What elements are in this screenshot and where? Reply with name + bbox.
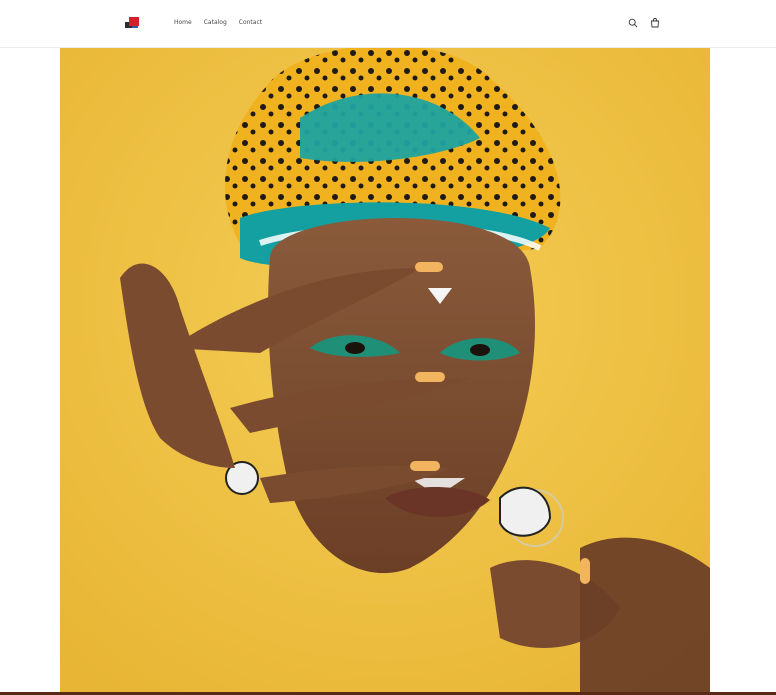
search-button[interactable]: [626, 16, 640, 30]
search-icon: [628, 18, 638, 28]
site-header: Home Catalog Contact: [0, 0, 776, 48]
portrait-woman-headwrap: [60, 48, 710, 693]
nav-link-contact[interactable]: Contact: [239, 17, 262, 29]
cart-icon: [651, 18, 659, 28]
main-nav: Home Catalog Contact: [174, 17, 262, 29]
nav-link-home[interactable]: Home: [174, 17, 192, 29]
hero-image: [60, 48, 710, 693]
nav-link-catalog[interactable]: Catalog: [204, 17, 227, 29]
cart-button[interactable]: [648, 16, 662, 30]
brand-logo-icon[interactable]: [125, 17, 139, 29]
logo-shape-blue: [132, 26, 138, 28]
page: Home Catalog Contact: [0, 0, 776, 695]
logo-shape-red: [129, 17, 139, 26]
